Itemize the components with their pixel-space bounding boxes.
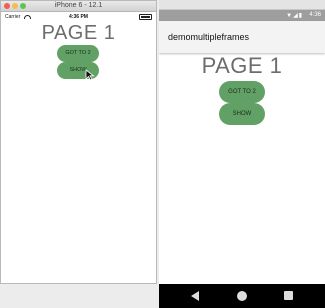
ios-simulator-window: iPhone 6 - 12.1 Carrier 4:36 PM PAGE 1 G… — [0, 0, 157, 284]
got-to-2-button[interactable]: GOT TO 2 — [57, 45, 99, 62]
recents-icon[interactable] — [284, 291, 293, 300]
ios-status-time: 4:36 PM — [69, 14, 88, 20]
navigation-bar — [159, 284, 325, 308]
pointer-cursor-icon — [85, 69, 95, 81]
got-to-2-button[interactable]: GOT TO 2 — [219, 81, 265, 103]
page-title: PAGE 1 — [41, 22, 116, 44]
android-window-titlebar — [159, 0, 325, 10]
battery-icon: ▮ — [298, 13, 303, 19]
ios-status-bar: Carrier 4:36 PM — [1, 12, 156, 21]
app-bar-title: demomultipleframes — [168, 32, 250, 42]
android-status-time: 4:36 — [309, 12, 321, 18]
home-icon[interactable] — [237, 291, 247, 301]
app-bar: demomultipleframes — [159, 21, 325, 53]
page-title: PAGE 1 — [201, 53, 283, 78]
battery-icon — [139, 14, 152, 20]
status-icons: ▼◢▮ — [286, 12, 303, 19]
back-icon[interactable] — [191, 291, 199, 301]
ios-window-title: iPhone 6 - 12.1 — [54, 2, 103, 9]
android-emulator-window: ▼◢▮ 4:36 demomultipleframes PAGE 1 GOT T… — [159, 0, 325, 308]
show-button[interactable]: SHOW — [219, 103, 265, 125]
android-status-bar: ▼◢▮ 4:36 — [159, 10, 325, 21]
ios-window-titlebar: iPhone 6 - 12.1 — [1, 1, 156, 12]
